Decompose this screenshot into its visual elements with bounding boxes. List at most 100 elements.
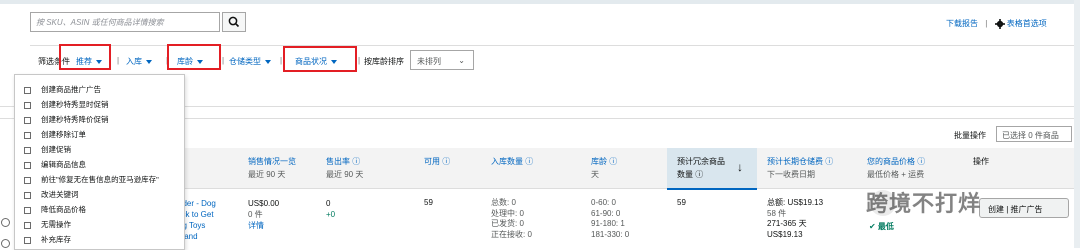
col-excess[interactable]: 预计冗余商品 数量 ⓘ xyxy=(677,156,725,180)
checkbox[interactable] xyxy=(24,131,31,139)
col-sub: 最低价格 + 运费 xyxy=(867,170,925,179)
checkbox[interactable] xyxy=(24,221,31,229)
col-title: 您的商品价格 ⓘ xyxy=(867,157,926,166)
table-preferences-link[interactable]: 表格首选项 xyxy=(1007,19,1047,28)
sell-through-change: +0 xyxy=(326,210,336,219)
available-cell: 59 xyxy=(424,198,433,207)
gear-icon[interactable] xyxy=(994,18,1005,29)
checkbox[interactable] xyxy=(24,161,31,169)
inbound-line: 处理中: 0 xyxy=(491,208,524,218)
dropdown-option[interactable]: 改进关键词 xyxy=(24,189,79,200)
dropdown-option[interactable]: 前往"修复无在售信息的亚马逊库存" xyxy=(24,174,159,185)
inbound-line: 总数: 0 xyxy=(491,198,516,207)
checkbox[interactable] xyxy=(24,101,31,109)
create-ad-button[interactable]: 创建 | 推广广告 xyxy=(979,198,1069,218)
dropdown-option[interactable]: 创建秒特秀显时促销 xyxy=(24,99,109,110)
option-label: 创建商品推广广告 xyxy=(41,85,101,94)
row-radio[interactable] xyxy=(1,239,10,248)
col-sub: 下一收费日期 xyxy=(767,170,815,179)
dropdown-option[interactable]: 创建商品推广广告 xyxy=(24,84,101,95)
filter-condition[interactable]: 商品状况 xyxy=(295,56,337,67)
search-placeholder: 按 SKU、ASIN 或任何商品详情搜索 xyxy=(36,18,164,27)
col-action: 操作 xyxy=(973,156,989,167)
col-title: 库龄 ⓘ xyxy=(591,157,618,166)
separator: | xyxy=(358,56,361,65)
col-sell-through[interactable]: 售出率 ⓘ 最近 90 天 xyxy=(326,156,363,180)
search-button[interactable] xyxy=(222,12,246,32)
col-title: 入库数量 ⓘ xyxy=(491,157,534,166)
sort-select-value: 未排列 xyxy=(417,57,441,66)
batch-select[interactable]: 已选择 0 件商品 xyxy=(996,126,1072,142)
sort-select[interactable]: 未排列 ⌄ xyxy=(410,50,474,70)
dropdown-option[interactable]: 降低商品价格 xyxy=(24,204,86,215)
option-label: 创建移除订单 xyxy=(41,130,86,139)
ltsf-cell: 总额: US$19.13 58 件 271-365 天 US$19.13 xyxy=(767,198,823,240)
filter-storage-type[interactable]: 仓储类型 xyxy=(229,56,271,67)
chevron-down-icon xyxy=(197,59,203,64)
dropdown-option[interactable]: 创建促销 xyxy=(24,144,71,155)
sales-details-link[interactable]: 详情 xyxy=(248,220,279,231)
option-label: 创建促销 xyxy=(41,145,71,154)
checkbox[interactable] xyxy=(24,116,31,124)
checkbox[interactable] xyxy=(24,206,31,214)
dropdown-option[interactable]: 补充库存 xyxy=(24,234,71,245)
col-price[interactable]: 您的商品价格 ⓘ 最低价格 + 运费 xyxy=(867,156,925,180)
col-sub: 最近 90 天 xyxy=(248,170,286,179)
sell-through-cell: 0 +0 xyxy=(326,198,335,220)
filter-age-label: 库龄 xyxy=(177,57,193,66)
sort-label: 按库龄排序 xyxy=(364,57,404,66)
col-title: 售出率 ⓘ xyxy=(326,157,361,166)
dropdown-option[interactable]: 无需操作 xyxy=(24,219,71,230)
header-links: 下载报告 | 表格首选项 xyxy=(946,18,1047,29)
col-available[interactable]: 可用 ⓘ xyxy=(424,156,450,167)
age-line: 0-60: 0 xyxy=(591,198,616,207)
col-sub: 天 xyxy=(591,170,599,179)
option-label: 编辑商品信息 xyxy=(41,160,86,169)
checkbox[interactable] xyxy=(24,236,31,244)
filter-recommend[interactable]: 推荐 xyxy=(76,56,102,67)
download-report-link[interactable]: 下载报告 xyxy=(946,19,978,28)
chevron-down-icon xyxy=(96,59,102,64)
checkbox[interactable] xyxy=(24,146,31,154)
col-sales-summary[interactable]: 销售情况一览 最近 90 天 xyxy=(248,156,296,180)
row-radio[interactable] xyxy=(1,218,10,227)
option-label: 改进关键词 xyxy=(41,190,79,199)
filter-storage-type-label: 仓储类型 xyxy=(229,57,261,66)
chevron-down-icon xyxy=(146,59,152,64)
col-title: 销售情况一览 xyxy=(248,157,296,166)
separator: | xyxy=(117,56,120,65)
inbound-line: 已发货: 0 xyxy=(491,219,524,228)
checkbox[interactable] xyxy=(24,86,31,94)
ltsf-total: 总额: US$19.13 xyxy=(767,198,824,207)
col-inbound[interactable]: 入库数量 ⓘ xyxy=(491,156,533,167)
filter-age[interactable]: 库龄 xyxy=(177,56,203,67)
col-title: 可用 ⓘ xyxy=(424,157,451,166)
col-age[interactable]: 库龄 ⓘ 天 xyxy=(591,156,617,180)
excess-cell: 59 xyxy=(677,198,686,207)
chevron-down-icon: ⌄ xyxy=(458,56,465,65)
age-line: 61-90: 0 xyxy=(591,208,621,218)
separator: | xyxy=(985,19,988,28)
option-label: 创建秒特秀显时促销 xyxy=(41,100,109,109)
col-title: 预计长期仓储费 ⓘ xyxy=(767,157,834,166)
checkbox[interactable] xyxy=(24,191,31,199)
dropdown-option[interactable]: 编辑商品信息 xyxy=(24,159,86,170)
checkbox[interactable] xyxy=(24,176,31,184)
batch-label: 批量操作 xyxy=(954,131,986,140)
table-header xyxy=(182,148,1074,189)
ltsf-amount: US$19.13 xyxy=(767,229,803,239)
filter-inbound[interactable]: 入库 xyxy=(126,56,152,67)
age-line: 91-180: 1 xyxy=(591,219,625,228)
option-label: 补充库存 xyxy=(41,235,71,244)
dropdown-option[interactable]: 创建移除订单 xyxy=(24,129,86,140)
inbound-cell: 总数: 0 处理中: 0 已发货: 0 正在接收: 0 xyxy=(491,198,532,240)
chevron-down-icon xyxy=(265,59,271,64)
filter-condition-label: 商品状况 xyxy=(295,57,327,66)
page-scroll-edge[interactable] xyxy=(1074,0,1080,248)
col-ltsf[interactable]: 预计长期仓储费 ⓘ 下一收费日期 xyxy=(767,156,833,180)
sort-arrow-icon[interactable]: ↓ xyxy=(737,160,743,174)
dropdown-option[interactable]: 创建秒特秀降价促销 xyxy=(24,114,109,125)
age-cell: 0-60: 0 61-90: 0 91-180: 1 181-330: 0 xyxy=(591,198,629,240)
price-lowest-badge: ✔ 最低 xyxy=(869,222,894,231)
filter-inbound-label: 入库 xyxy=(126,57,142,66)
